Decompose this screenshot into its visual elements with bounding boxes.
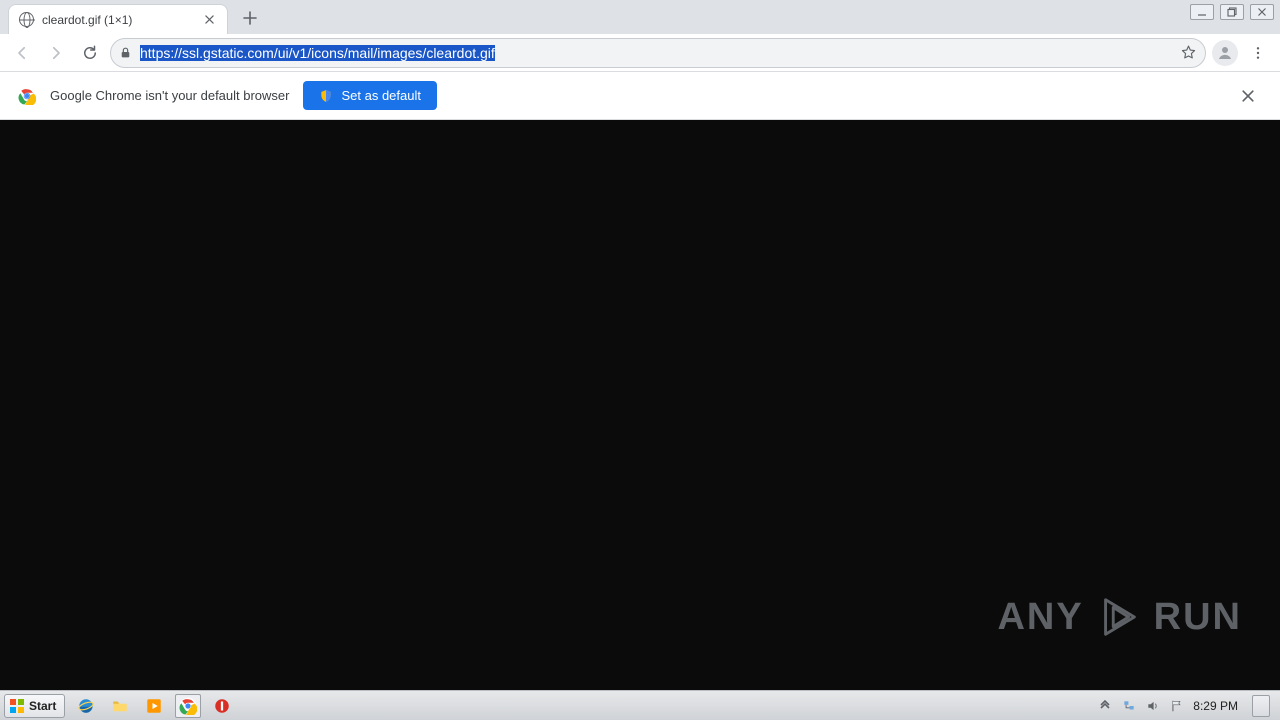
reload-button[interactable] — [76, 39, 104, 67]
taskbar-item-app[interactable] — [209, 694, 235, 718]
watermark-left: ANY — [997, 596, 1083, 639]
set-default-button[interactable]: Set as default — [303, 81, 437, 110]
taskbar-item-explorer[interactable] — [107, 694, 133, 718]
flag-icon[interactable] — [1169, 698, 1185, 714]
forward-button[interactable] — [42, 39, 70, 67]
browser-tab[interactable]: cleardot.gif (1×1) — [8, 4, 228, 34]
watermark-right: RUN — [1154, 596, 1242, 639]
chrome-logo-icon — [18, 87, 36, 105]
url-text: https://ssl.gstatic.com/ui/v1/icons/mail… — [140, 45, 1172, 61]
profile-avatar[interactable] — [1212, 40, 1238, 66]
close-tab-icon[interactable] — [201, 12, 217, 28]
play-logo-icon — [1096, 594, 1142, 640]
back-button[interactable] — [8, 39, 36, 67]
browser-window: cleardot.gif (1×1) https://s — [0, 0, 1280, 720]
bookmark-star-icon[interactable] — [1180, 44, 1197, 61]
toolbar: https://ssl.gstatic.com/ui/v1/icons/mail… — [0, 34, 1280, 72]
taskbar-clock[interactable]: 8:29 PM — [1193, 699, 1238, 713]
chrome-icon — [179, 697, 197, 715]
page-viewport: ANY RUN — [0, 120, 1280, 690]
taskbar-item-ie[interactable] — [73, 694, 99, 718]
taskbar-item-chrome[interactable] — [175, 694, 201, 718]
globe-icon — [19, 12, 34, 27]
system-tray: 8:29 PM — [1097, 695, 1276, 717]
tab-title: cleardot.gif (1×1) — [42, 13, 132, 27]
folder-icon — [111, 697, 129, 715]
maximize-button[interactable] — [1220, 4, 1244, 20]
new-tab-button[interactable] — [236, 4, 264, 32]
infobar-message: Google Chrome isn't your default browser — [50, 88, 289, 103]
chevron-up-icon[interactable] — [1097, 698, 1113, 714]
media-player-icon — [145, 697, 163, 715]
taskbar-item-media[interactable] — [141, 694, 167, 718]
anyrun-watermark: ANY RUN — [997, 594, 1242, 640]
tab-strip: cleardot.gif (1×1) — [0, 0, 1280, 34]
address-bar[interactable]: https://ssl.gstatic.com/ui/v1/icons/mail… — [110, 38, 1206, 68]
show-desktop-button[interactable] — [1252, 695, 1270, 717]
start-label: Start — [29, 699, 56, 713]
red-circle-icon — [213, 697, 231, 715]
network-icon[interactable] — [1121, 698, 1137, 714]
windows-logo-icon — [9, 698, 25, 714]
volume-icon[interactable] — [1145, 698, 1161, 714]
close-infobar-icon[interactable] — [1234, 82, 1262, 110]
default-browser-infobar: Google Chrome isn't your default browser… — [0, 72, 1280, 120]
close-window-button[interactable] — [1250, 4, 1274, 20]
start-button[interactable]: Start — [4, 694, 65, 718]
selected-url: https://ssl.gstatic.com/ui/v1/icons/mail… — [140, 45, 495, 61]
shield-icon — [319, 89, 333, 103]
ie-icon — [77, 697, 95, 715]
minimize-button[interactable] — [1190, 4, 1214, 20]
set-default-label: Set as default — [341, 88, 421, 103]
menu-button[interactable] — [1244, 39, 1272, 67]
taskbar: Start 8:29 PM — [0, 690, 1280, 720]
lock-icon — [119, 46, 132, 59]
window-controls — [1190, 4, 1274, 20]
